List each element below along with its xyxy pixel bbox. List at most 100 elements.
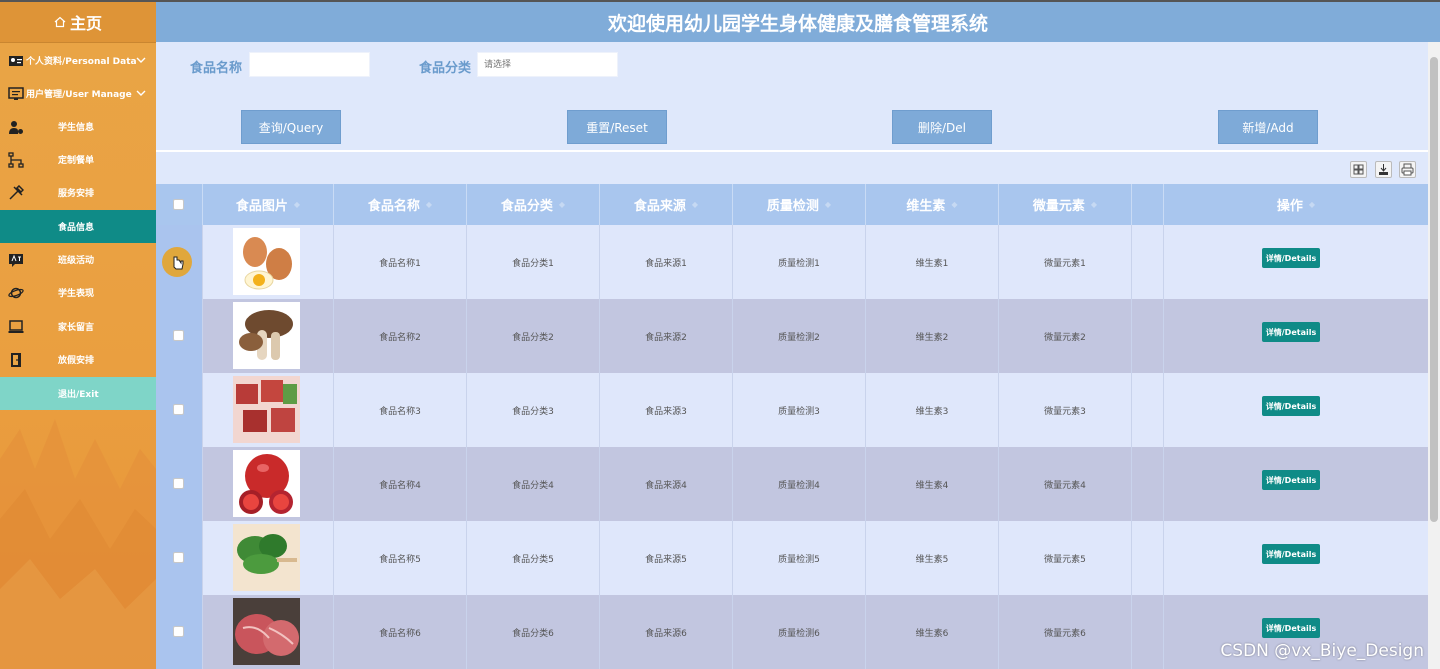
cell-source: 食品来源4 xyxy=(599,447,732,521)
sidebar-item-parent-message[interactable]: 家长留言 xyxy=(0,310,156,343)
planet-icon xyxy=(8,287,24,299)
sidebar-item-exit[interactable]: 退出/Exit xyxy=(0,377,156,410)
cell-category: 食品分类3 xyxy=(466,373,599,447)
cell-quality: 质量检测1 xyxy=(732,225,865,299)
grid-icon xyxy=(1353,164,1364,175)
column-header-name[interactable]: 食品名称 ◆ xyxy=(333,184,466,225)
print-button[interactable] xyxy=(1399,161,1416,178)
column-header-image[interactable]: 食品图片 ◆ xyxy=(202,184,333,225)
vertical-scrollbar[interactable] xyxy=(1428,42,1440,669)
details-button[interactable]: 详情/Details xyxy=(1262,544,1320,564)
cell-spacer xyxy=(1131,373,1163,447)
cell-spacer xyxy=(1131,225,1163,299)
column-header-actions[interactable]: 操作 ◆ xyxy=(1163,184,1428,225)
table-header: 食品图片 ◆ 食品名称 ◆ 食品分类 ◆ 食品来源 ◆ 质量检测 ◆ 维生素 ◆ 微量元素 ◆… xyxy=(156,184,1428,225)
sidebar-item-label: 班级活动 xyxy=(58,256,95,266)
cell-vitamin: 维生素1 xyxy=(865,225,998,299)
cell-spacer xyxy=(1131,595,1163,669)
sidebar-item-label: 退出/Exit xyxy=(58,390,99,400)
door-icon xyxy=(11,353,21,367)
sort-icon: ◆ xyxy=(558,200,566,209)
sidebar-item-food-info[interactable]: 食品信息 xyxy=(0,210,156,243)
cell-trace: 微量元素3 xyxy=(998,373,1131,447)
delete-button[interactable]: 删除/Del xyxy=(892,110,992,144)
sidebar-item-service[interactable]: 服务安排 xyxy=(0,176,156,209)
column-header-trace[interactable]: 微量元素 ◆ xyxy=(998,184,1131,225)
chevron-down-icon xyxy=(136,57,146,63)
sidebar-item-performance[interactable]: 学生表现 xyxy=(0,276,156,309)
cell-name: 食品名称4 xyxy=(333,447,466,521)
details-button[interactable]: 详情/Details xyxy=(1262,470,1320,490)
sidebar-item-label: 食品信息 xyxy=(58,223,95,233)
sidebar-item-label: 用户管理/User Manage xyxy=(26,90,132,100)
sort-icon: ◆ xyxy=(691,200,699,209)
details-button[interactable]: 详情/Details xyxy=(1262,248,1320,268)
cell-quality: 质量检测2 xyxy=(732,299,865,373)
row-checkbox[interactable] xyxy=(173,330,184,341)
sidebar-item-label: 定制餐单 xyxy=(58,156,95,166)
sidebar-item-student-info[interactable]: 学生信息 xyxy=(0,110,156,143)
add-button[interactable]: 新增/Add xyxy=(1218,110,1318,144)
details-button[interactable]: 详情/Details xyxy=(1262,618,1320,638)
print-icon xyxy=(1401,163,1414,176)
cell-quality: 质量检测4 xyxy=(732,447,865,521)
column-header-spacer xyxy=(1131,184,1163,225)
sidebar-item-label: 服务安排 xyxy=(58,189,95,199)
sort-icon: ◆ xyxy=(1308,200,1316,209)
food-image xyxy=(233,524,300,591)
row-checkbox[interactable] xyxy=(173,552,184,563)
sidebar-item-label: 个人资料/Personal Data xyxy=(26,57,137,67)
column-header-vitamin[interactable]: 维生素 ◆ xyxy=(865,184,998,225)
columns-toggle-button[interactable] xyxy=(1350,161,1367,178)
row-checkbox[interactable] xyxy=(173,404,184,415)
sidebar-item-label: 学生表现 xyxy=(58,289,95,299)
select-all-checkbox[interactable] xyxy=(173,199,184,210)
cell-category: 食品分类1 xyxy=(466,225,599,299)
cell-category: 食品分类5 xyxy=(466,521,599,595)
tools-icon xyxy=(9,185,24,200)
row-checkbox[interactable] xyxy=(173,626,184,637)
home-icon xyxy=(54,16,66,28)
cell-trace: 微量元素2 xyxy=(998,299,1131,373)
sidebar-item-user-manage[interactable]: 用户管理/User Manage xyxy=(0,77,156,110)
cell-trace: 微量元素6 xyxy=(998,595,1131,669)
scrollbar-thumb[interactable] xyxy=(1430,57,1438,522)
sidebar-item-label: 学生信息 xyxy=(58,123,95,133)
export-button[interactable] xyxy=(1375,161,1392,178)
sidebar-item-label: 放假安排 xyxy=(58,356,95,366)
sidebar-item-personal-data[interactable]: 个人资料/Personal Data xyxy=(0,44,156,77)
sidebar-item-class-activity[interactable]: 班级活动 xyxy=(0,243,156,276)
export-icon xyxy=(1379,164,1388,175)
sort-icon: ◆ xyxy=(1090,200,1098,209)
cell-source: 食品来源6 xyxy=(599,595,732,669)
cell-source: 食品来源2 xyxy=(599,299,732,373)
sort-icon: ◆ xyxy=(425,200,433,209)
cell-trace: 微量元素1 xyxy=(998,225,1131,299)
food-image xyxy=(233,302,300,369)
sidebar-item-custom-menu[interactable]: 定制餐单 xyxy=(0,143,156,176)
row-select-cell xyxy=(156,521,202,595)
home-link[interactable]: 主页 xyxy=(0,2,156,43)
food-name-input[interactable] xyxy=(249,52,370,77)
row-select-cell xyxy=(156,299,202,373)
row-select-cell xyxy=(156,447,202,521)
row-checkbox[interactable] xyxy=(173,478,184,489)
cell-vitamin: 维生素2 xyxy=(865,299,998,373)
sitemap-icon xyxy=(8,152,24,168)
cell-spacer xyxy=(1131,521,1163,595)
row-select-cell xyxy=(156,373,202,447)
cursor-highlight xyxy=(162,247,192,277)
reset-button[interactable]: 重置/Reset xyxy=(567,110,667,144)
food-category-select[interactable] xyxy=(477,52,618,77)
food-image xyxy=(233,598,300,665)
details-button[interactable]: 详情/Details xyxy=(1262,322,1320,342)
column-header-category[interactable]: 食品分类 ◆ xyxy=(466,184,599,225)
cell-name: 食品名称3 xyxy=(333,373,466,447)
cell-vitamin: 维生素4 xyxy=(865,447,998,521)
query-button[interactable]: 查询/Query xyxy=(241,110,341,144)
column-header-source[interactable]: 食品来源 ◆ xyxy=(599,184,732,225)
app-header: 欢迎使用幼儿园学生身体健康及膳食管理系统 xyxy=(156,0,1440,42)
details-button[interactable]: 详情/Details xyxy=(1262,396,1320,416)
column-header-quality[interactable]: 质量检测 ◆ xyxy=(732,184,865,225)
sidebar-item-holiday[interactable]: 放假安排 xyxy=(0,343,156,376)
